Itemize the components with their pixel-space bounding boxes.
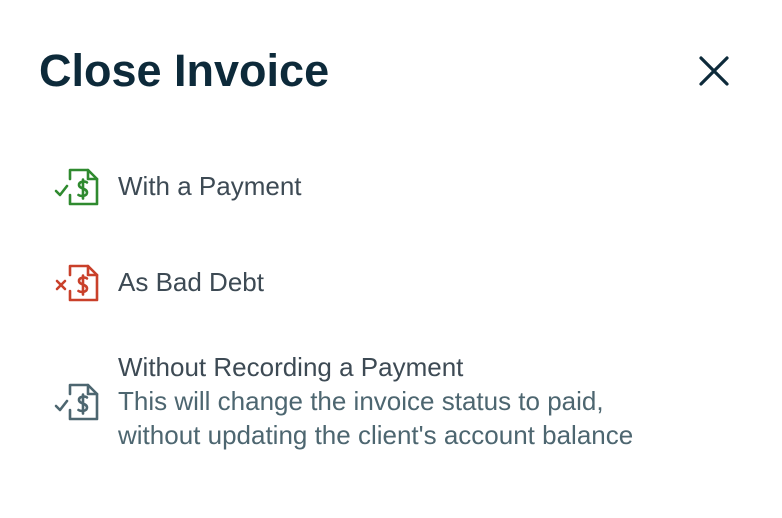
option-label: As Bad Debt bbox=[118, 267, 264, 297]
option-bad-debt[interactable]: As Bad Debt bbox=[54, 263, 264, 303]
invoice-check-dollar-icon bbox=[54, 382, 100, 422]
option-label: Without Recording a Payment bbox=[118, 352, 464, 382]
close-invoice-dialog: Close Invoice With a Payment As Bad Debt… bbox=[0, 0, 782, 518]
close-icon bbox=[699, 56, 729, 86]
option-with-payment[interactable]: With a Payment bbox=[54, 167, 302, 207]
option-without-recording-payment[interactable]: Without Recording a Payment This will ch… bbox=[54, 350, 633, 452]
invoice-x-dollar-icon bbox=[54, 263, 100, 303]
option-description-line-2: without updating the client's account ba… bbox=[118, 420, 634, 450]
option-text-block: Without Recording a Payment This will ch… bbox=[118, 350, 633, 452]
option-label: With a Payment bbox=[118, 171, 302, 201]
close-button[interactable] bbox=[694, 51, 734, 91]
invoice-check-dollar-icon bbox=[54, 167, 100, 207]
option-description-line-1: This will change the invoice status to p… bbox=[118, 386, 604, 416]
dialog-title: Close Invoice bbox=[39, 45, 330, 96]
